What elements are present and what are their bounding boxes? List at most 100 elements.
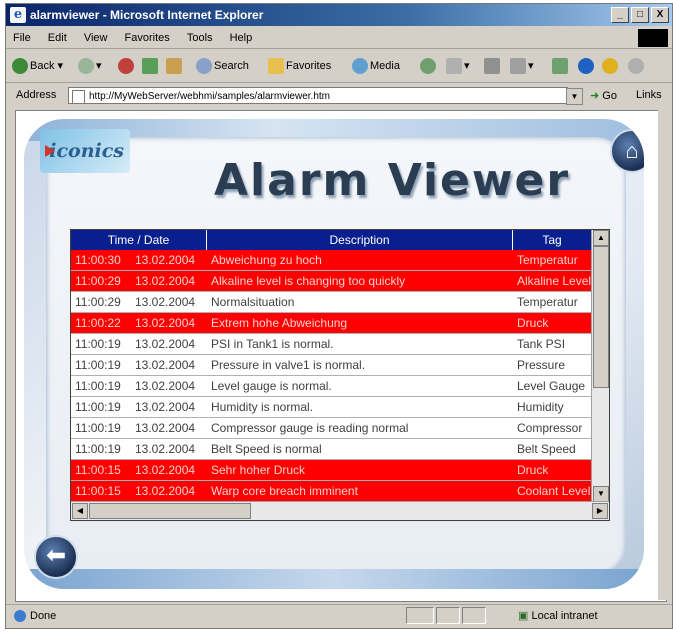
stop-button[interactable] [118,58,136,74]
column-header-description[interactable]: Description [207,230,513,250]
table-row[interactable]: 11:00:29 13.02.2004 Normalsituation Tempera… [71,292,591,313]
close-button[interactable]: X [651,7,669,23]
go-button[interactable]: ➜ Go [590,89,617,102]
scroll-down-arrow-icon[interactable]: ▼ [593,486,609,502]
stop-icon [118,58,134,74]
panel-bottom-band [24,569,644,589]
cell-tag: Druck [517,316,549,330]
address-bar: Address http://MyWebServer/webhmi/sample… [6,84,672,108]
favorites-label: Favorites [286,59,332,72]
cell-description: Humidity is normal. [211,400,314,414]
table-row[interactable]: 11:00:22 13.02.2004 Extrem hohe Abweichung… [71,313,591,334]
scroll-thumb[interactable] [593,246,609,388]
grid-horizontal-scrollbar[interactable]: ◀ ▶ [71,501,609,520]
research-button[interactable] [602,58,620,74]
cell-description: Sehr hoher Druck [211,463,306,477]
mail-button[interactable]: ▾ [446,58,470,74]
favorites-icon [268,58,284,74]
table-row[interactable]: 11:00:19 13.02.2004 Level gauge is normal.… [71,376,591,397]
media-button[interactable]: Media [352,58,400,74]
home-toolbar-button[interactable] [166,58,184,74]
table-row[interactable]: 11:00:19 13.02.2004 Belt Speed is normal Be… [71,439,591,460]
minimize-button[interactable]: _ [611,7,629,23]
scroll-left-arrow-icon[interactable]: ◀ [72,503,88,519]
table-row[interactable]: 11:00:19 13.02.2004 Pressure in valve1 is … [71,355,591,376]
scroll-right-arrow-icon[interactable]: ▶ [592,503,608,519]
address-url: http://MyWebServer/webhmi/samples/alarmv… [89,91,331,102]
research-icon [602,58,618,74]
address-dropdown-button[interactable]: ▼ [566,88,583,105]
title-bar: e alarmviewer - Microsoft Internet Explo… [6,4,672,26]
table-row[interactable]: 11:00:15 13.02.2004 Sehr hoher Druck Druck [71,460,591,481]
print-button[interactable] [484,58,502,74]
cell-description: Compressor gauge is reading normal [211,421,409,435]
refresh-icon [142,58,158,74]
status-cell [436,607,460,624]
cell-tag: Pressure [517,358,566,372]
cell-time: 11:00:19 [75,358,121,372]
column-header-time-date[interactable]: Time / Date [71,230,207,250]
menu-file[interactable]: File [6,28,38,48]
discuss-button[interactable] [552,58,570,74]
cell-tag: Level Gauge [517,379,586,393]
back-button[interactable]: Back ▾ [12,58,63,74]
cell-description: Normalsituation [211,295,295,309]
status-done: Done [14,605,56,627]
cell-date: 13.02.2004 [135,379,196,393]
maximize-button[interactable]: □ [631,7,649,23]
refresh-button[interactable] [142,58,160,74]
intranet-icon: ▣ [518,610,529,622]
logo-text: iconics [49,140,124,162]
cell-tag: Druck [517,463,549,477]
cell-time: 11:00:29 [75,274,121,288]
cell-tag: Temperatur [517,295,578,309]
menu-view[interactable]: View [77,28,115,48]
hscroll-thumb[interactable] [89,503,251,519]
forward-button[interactable]: ▾ [78,58,102,74]
cell-time: 11:00:19 [75,400,121,414]
user-button[interactable] [628,58,646,74]
history-button[interactable] [420,58,438,74]
cell-tag: Alkaline Level [517,274,591,288]
page-back-button[interactable]: ⬅ [34,535,78,579]
links-button[interactable]: Links [636,89,662,101]
hmi-panel: iconics Alarm Viewer ⌂ ⬅ Time / Date Des… [24,119,644,589]
menu-favorites[interactable]: Favorites [118,28,177,48]
messenger-icon [578,58,594,74]
edit-button[interactable]: ▾ [510,58,534,74]
edit-icon [510,58,526,74]
table-row[interactable]: 11:00:19 13.02.2004 Humidity is normal. Hum… [71,397,591,418]
table-row[interactable]: 11:00:30 13.02.2004 Abweichung zu hoch Temp… [71,250,591,271]
menu-edit[interactable]: Edit [41,28,74,48]
scroll-up-arrow-icon[interactable]: ▲ [593,230,609,246]
go-arrow-icon: ➜ [590,90,600,102]
messenger-button[interactable] [578,58,596,74]
table-row[interactable]: 11:00:19 13.02.2004 PSI in Tank1 is normal… [71,334,591,355]
cell-date: 13.02.2004 [135,463,196,477]
menu-tools[interactable]: Tools [180,28,220,48]
cell-date: 13.02.2004 [135,337,196,351]
menu-help[interactable]: Help [223,28,260,48]
table-row[interactable]: 11:00:19 13.02.2004 Compressor gauge is re… [71,418,591,439]
search-button[interactable]: Search [196,58,249,74]
column-header-tag[interactable]: Tag [513,230,591,250]
media-label: Media [370,59,400,72]
table-row[interactable]: 11:00:29 13.02.2004 Alkaline level is chan… [71,271,591,292]
favorites-button[interactable]: Favorites [268,58,331,74]
print-icon [484,58,500,74]
cell-description: Warp core breach imminent [211,484,358,498]
mail-icon [446,58,462,74]
page-content: iconics Alarm Viewer ⌂ ⬅ Time / Date Des… [15,110,667,602]
table-row[interactable]: 11:00:15 13.02.2004 Warp core breach immin… [71,481,591,502]
cell-tag: Belt Speed [517,442,576,456]
address-input[interactable]: http://MyWebServer/webhmi/samples/alarmv… [68,87,568,104]
browser-vertical-scrollbar[interactable] [658,110,672,600]
cell-description: Extrem hohe Abweichung [211,316,348,330]
grid-vertical-scrollbar[interactable]: ▲ ▼ [591,230,609,502]
cell-description: Alkaline level is changing too quickly [211,274,406,288]
grid-header: Time / Date Description Tag [71,230,591,250]
cell-tag: Tank PSI [517,337,566,351]
go-label: Go [602,90,617,102]
back-arrow-icon [12,58,28,74]
cell-time: 11:00:15 [75,463,121,477]
